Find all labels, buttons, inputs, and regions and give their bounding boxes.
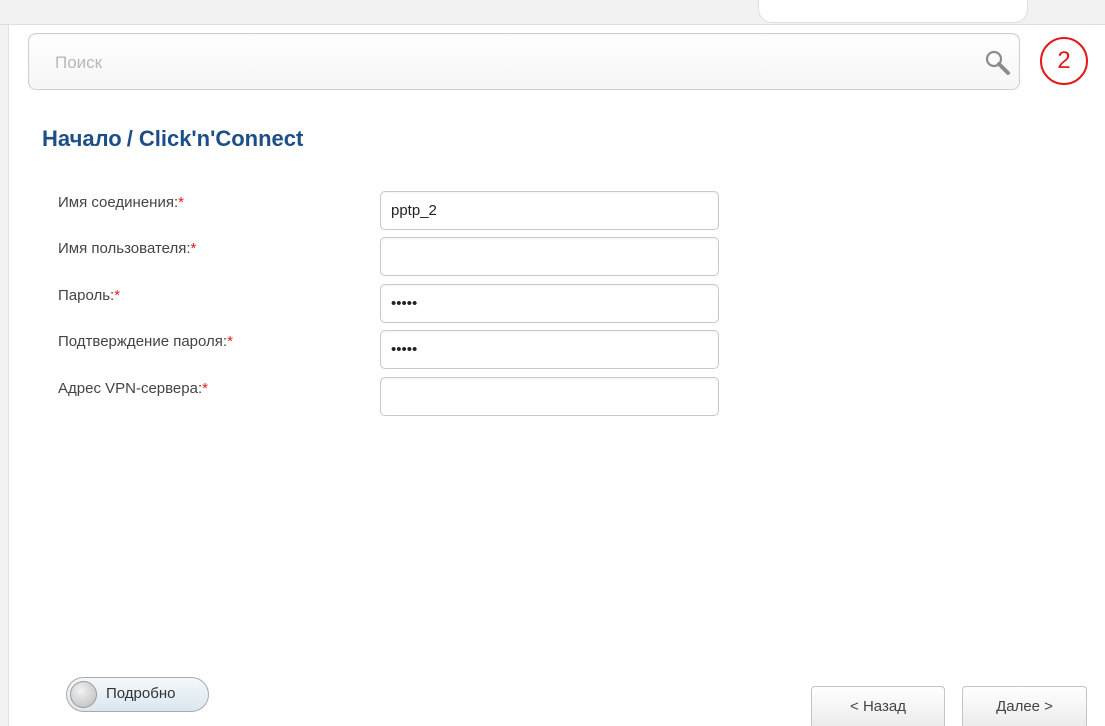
search-input[interactable]: [53, 48, 957, 78]
connection-name-label: Имя соединения:*: [58, 194, 184, 211]
required-mark: *: [114, 287, 121, 304]
vpn-server-label-text: Адрес VPN-сервера:: [58, 380, 203, 397]
password-field[interactable]: [380, 284, 719, 323]
search-icon[interactable]: [983, 48, 1013, 78]
vpn-server-field[interactable]: [380, 377, 719, 416]
breadcrumb-separator: /: [126, 126, 133, 151]
connection-name-field[interactable]: [380, 191, 719, 230]
page: 2 Начало/Click'n'Connect Имя соединения:…: [0, 0, 1105, 726]
required-mark: *: [202, 380, 208, 397]
top-panel-notch: [758, 0, 1028, 23]
username-field[interactable]: [380, 237, 719, 276]
step-indicator: 2: [1040, 37, 1088, 85]
search-box[interactable]: [28, 33, 1020, 90]
toggle-knob: [70, 681, 97, 708]
vpn-server-label: Адрес VPN-сервера:*: [58, 380, 208, 397]
advanced-toggle-label: Подробно: [106, 685, 176, 702]
breadcrumb-home: Начало: [42, 126, 122, 151]
required-mark: *: [190, 240, 197, 257]
breadcrumb-current: Click'n'Connect: [138, 126, 304, 151]
required-mark: *: [178, 194, 184, 211]
page-title: Начало / Click'n'Connect: [42, 126, 303, 152]
password-label: Пароль:*: [58, 287, 120, 304]
connection-name-label-text: Имя соединения:: [58, 194, 179, 211]
advanced-toggle[interactable]: Подробно: [66, 677, 209, 712]
username-label: Имя пользователя:*: [58, 240, 196, 257]
password-confirm-field[interactable]: [380, 330, 719, 369]
password-confirm-label-text: Подтверждение пароля:: [58, 333, 228, 350]
next-button[interactable]: Далее >: [962, 686, 1087, 726]
left-rail: [0, 0, 9, 726]
back-button[interactable]: < Назад: [811, 686, 945, 726]
username-label-text: Имя пользователя:: [58, 240, 191, 257]
password-confirm-label: Подтверждение пароля:*: [58, 333, 233, 350]
password-label-text: Пароль:: [58, 287, 115, 304]
required-mark: *: [227, 333, 233, 350]
